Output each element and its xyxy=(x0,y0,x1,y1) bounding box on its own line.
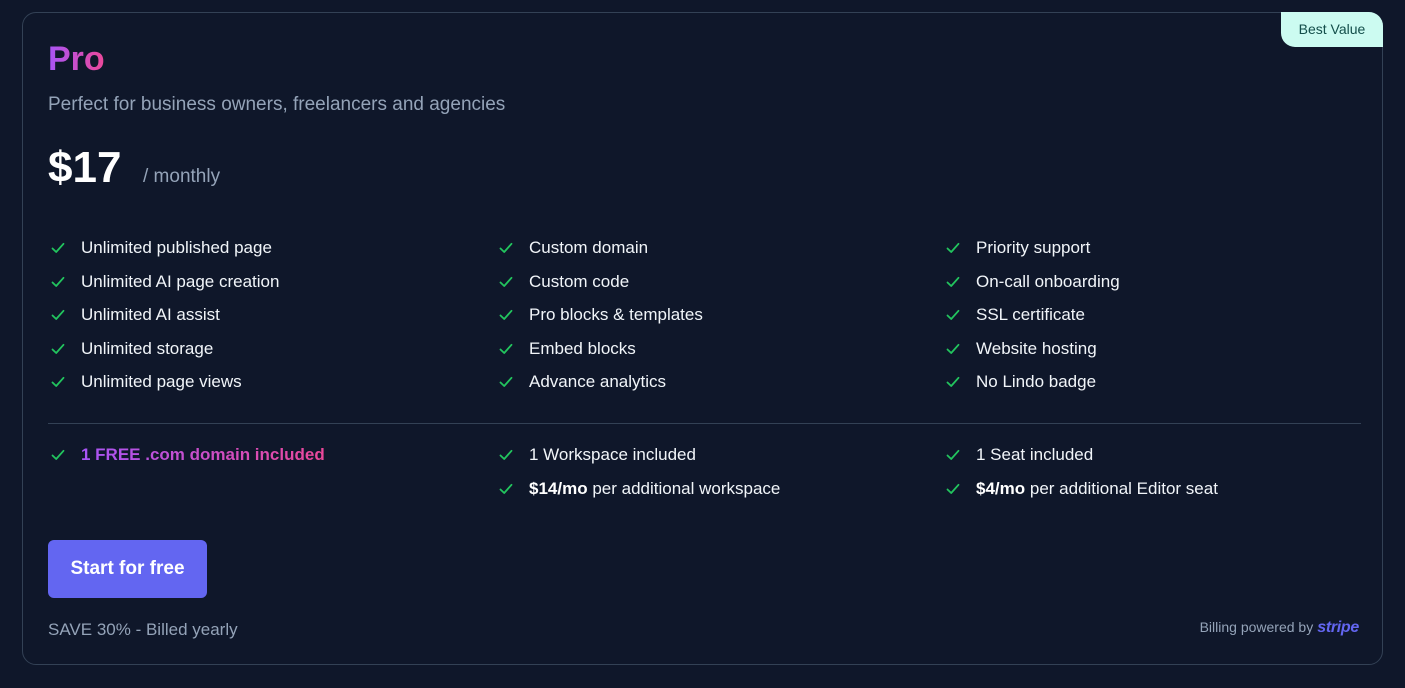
plan-period: / monthly xyxy=(143,166,221,187)
workspace-label: 1 Workspace included xyxy=(529,445,696,464)
check-icon xyxy=(51,449,65,460)
plan-tagline: Perfect for business owners, freelancers… xyxy=(48,94,506,115)
plan-price: $17 xyxy=(48,143,122,192)
feature-label: Pro blocks & templates xyxy=(529,305,703,325)
check-icon xyxy=(499,310,513,321)
check-icon xyxy=(499,343,513,354)
workspace-price: $14/mo xyxy=(529,478,588,498)
divider xyxy=(48,423,1361,424)
feature-label: Priority support xyxy=(976,238,1091,257)
check-icon xyxy=(499,483,513,494)
workspace-price-suffix: per additional workspace xyxy=(587,478,781,498)
check-icon xyxy=(499,449,513,460)
billing-text: Billing powered by xyxy=(1199,619,1314,635)
check-icon xyxy=(946,276,960,287)
check-icon xyxy=(499,276,513,287)
additional-seat-label: $4/mo per additional Editor seat xyxy=(976,478,1218,500)
feature-label: On-call onboarding xyxy=(976,271,1120,291)
seat-label: 1 Seat included xyxy=(976,445,1094,464)
check-icon xyxy=(51,310,65,321)
check-icon xyxy=(946,377,960,388)
billing-powered-by: Billing powered by stripe xyxy=(1199,616,1360,639)
save-note: SAVE 30% - Billed yearly xyxy=(48,620,238,639)
start-for-free-button[interactable]: Start for free xyxy=(48,540,207,598)
check-icon xyxy=(499,242,513,253)
feature-label: Advance analytics xyxy=(529,372,667,392)
plan-name: Pro xyxy=(48,40,105,78)
feature-label: Custom domain xyxy=(529,238,649,257)
seat-price-suffix: per additional Editor seat xyxy=(1025,478,1218,498)
check-icon xyxy=(946,483,960,494)
feature-label: No Lindo badge xyxy=(976,372,1097,392)
feature-label: Unlimited page views xyxy=(81,372,242,392)
check-icon xyxy=(946,242,960,253)
feature-label: Website hosting xyxy=(976,338,1097,358)
pricing-card: Best Value Pro Perfect for business owne… xyxy=(22,12,1383,665)
check-icon xyxy=(51,276,65,287)
feature-label: Unlimited storage xyxy=(81,338,214,358)
feature-label: SSL certificate xyxy=(976,305,1085,325)
best-value-badge: Best Value xyxy=(1281,12,1383,47)
seat-price: $4/mo xyxy=(976,478,1026,498)
check-icon xyxy=(51,377,65,388)
check-icon xyxy=(499,377,513,388)
check-icon xyxy=(946,310,960,321)
free-domain-label: 1 FREE .com domain included xyxy=(81,445,325,464)
check-icon xyxy=(946,343,960,354)
feature-label: Unlimited published page xyxy=(81,238,272,257)
stripe-logo[interactable]: stripe xyxy=(1317,619,1359,636)
feature-label: Embed blocks xyxy=(529,338,636,358)
check-icon xyxy=(51,343,65,354)
feature-label: Custom code xyxy=(529,271,630,291)
feature-label: Unlimited AI assist xyxy=(81,305,220,325)
check-icon xyxy=(946,449,960,460)
additional-workspace-label: $14/mo per additional workspace xyxy=(529,478,780,500)
feature-label: Unlimited AI page creation xyxy=(81,271,280,291)
check-icon xyxy=(51,242,65,253)
